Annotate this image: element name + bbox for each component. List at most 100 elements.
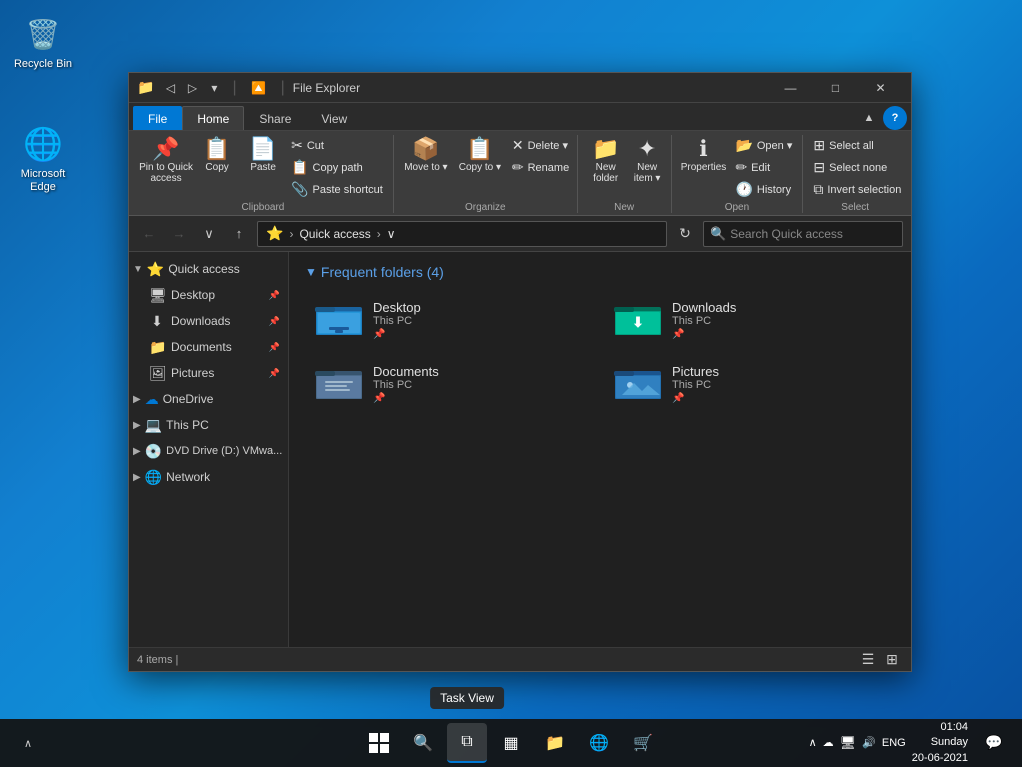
up-btn[interactable]: ↑ <box>227 222 251 246</box>
folder-grid: Desktop This PC 📌 <box>305 292 895 412</box>
recycle-bin-icon[interactable]: 🗑️ Recycle Bin <box>8 10 78 75</box>
new-label: New <box>584 202 665 213</box>
section-title: Frequent folders (4) <box>321 264 444 280</box>
cut-icon: ✂ <box>291 137 303 154</box>
search-taskbar-btn[interactable]: 🔍 <box>403 723 443 763</box>
copy-icon: 📋 <box>203 138 230 160</box>
minimize-button[interactable]: — <box>768 73 813 103</box>
move-to-btn[interactable]: 📦 Move to ▾ <box>400 135 452 176</box>
file-explorer-taskbar-btn[interactable]: 📁 <box>535 723 575 763</box>
tab-file[interactable]: File <box>133 106 182 130</box>
new-group-content: 📁 Newfolder ✦ Newitem ▾ <box>584 135 665 200</box>
folder-item-pictures[interactable]: Pictures This PC 📌 <box>604 356 895 412</box>
select-label: Select <box>809 202 901 213</box>
window-title: File Explorer <box>293 81 762 95</box>
delete-icon: ✕ <box>512 137 524 154</box>
thispc-icon: 💻 <box>145 417 162 434</box>
documents-folder-sub: This PC <box>373 379 439 391</box>
search-input[interactable] <box>730 227 896 241</box>
this-pc-header[interactable]: ▶ 💻 This PC <box>129 412 288 438</box>
network-header[interactable]: ▶ 🌐 Network <box>129 464 288 490</box>
chevron-up-btn[interactable]: ∧ <box>8 723 48 763</box>
back-btn[interactable]: ← <box>137 222 161 246</box>
edit-btn[interactable]: ✏ Edit <box>731 157 796 178</box>
folder-item-desktop[interactable]: Desktop This PC 📌 <box>305 292 596 348</box>
od-expand-arrow: ▶ <box>133 394 141 405</box>
address-path[interactable]: ⭐ › Quick access › ∨ <box>257 221 667 247</box>
widgets-btn[interactable]: ▦ <box>491 723 531 763</box>
edge-label: Microsoft Edge <box>12 168 74 194</box>
tab-home[interactable]: Home <box>182 106 244 130</box>
maximize-button[interactable]: □ <box>813 73 858 103</box>
sidebar-item-documents[interactable]: 📁 Documents 📌 <box>141 334 288 360</box>
folder-item-downloads[interactable]: ⬇ Downloads This PC 📌 <box>604 292 895 348</box>
title-up-btn[interactable]: 🔼 <box>245 78 273 98</box>
task-view-tooltip: Task View <box>430 687 504 709</box>
invert-icon: ⧉ <box>813 181 823 198</box>
notification-btn[interactable]: 💬 <box>974 723 1014 763</box>
onedrive-header[interactable]: ▶ ☁ OneDrive <box>129 386 288 412</box>
select-all-btn[interactable]: ⊞ Select all <box>809 135 905 156</box>
paste-btn[interactable]: 📄 Paste <box>241 135 285 176</box>
microsoft-edge-icon[interactable]: 🌐 Microsoft Edge <box>8 120 78 198</box>
title-recent-btn[interactable]: ▾ <box>204 78 224 98</box>
properties-icon: ℹ <box>699 138 707 160</box>
sidebar-item-pictures[interactable]: 🖼 Pictures 📌 <box>141 360 288 386</box>
title-back-btn[interactable]: ◁ <box>160 78 180 98</box>
folder-item-documents[interactable]: Documents This PC 📌 <box>305 356 596 412</box>
desktop-folder-icon <box>315 300 363 340</box>
volume-icon[interactable]: 🔊 <box>862 736 876 749</box>
qa-expand-arrow: ▼ <box>133 264 143 275</box>
desktop-folder-pin: 📌 <box>373 329 421 340</box>
clock[interactable]: 01:04 Sunday 20-06-2021 <box>912 720 968 766</box>
cut-btn[interactable]: ✂ Cut <box>287 135 387 156</box>
refresh-btn[interactable]: ↻ <box>673 222 697 246</box>
desktop-folder-name: Desktop <box>373 300 421 315</box>
new-folder-btn[interactable]: 📁 Newfolder <box>584 135 628 187</box>
task-view-btn[interactable]: ⧉ <box>447 723 487 763</box>
edge-taskbar-btn[interactable]: 🌐 <box>579 723 619 763</box>
title-forward-btn[interactable]: ▷ <box>182 78 202 98</box>
pictures-folder-icon <box>614 364 662 404</box>
list-view-btn[interactable]: ☰ <box>857 651 879 669</box>
window-controls: — □ ✕ <box>768 73 903 103</box>
search-box[interactable]: 🔍 <box>703 221 903 247</box>
chevron-tray-icon[interactable]: ∧ <box>809 736 817 749</box>
select-none-btn[interactable]: ⊟ Select none <box>809 157 905 178</box>
invert-selection-btn[interactable]: ⧉ Invert selection <box>809 179 905 200</box>
dvd-drive-header[interactable]: ▶ 💿 DVD Drive (D:) VMwa... <box>129 438 288 464</box>
sidebar-item-downloads[interactable]: ⬇ Downloads 📌 <box>141 308 288 334</box>
delete-btn[interactable]: ✕ Delete ▾ <box>508 135 573 156</box>
tiles-view-btn[interactable]: ⊞ <box>881 651 903 669</box>
downloads-sidebar-label: Downloads <box>171 314 263 328</box>
new-item-btn[interactable]: ✦ Newitem ▾ <box>630 135 665 187</box>
paste-shortcut-btn[interactable]: 📎 Paste shortcut <box>287 179 387 200</box>
tab-view[interactable]: View <box>306 106 362 130</box>
rename-icon: ✏ <box>512 159 524 176</box>
copy-to-btn[interactable]: 📋 Copy to ▾ <box>454 135 506 176</box>
properties-btn[interactable]: ℹ Properties <box>678 135 730 176</box>
history-btn[interactable]: 🕐 History <box>731 179 796 200</box>
pictures-sidebar-icon: 🖼 <box>149 365 165 382</box>
ribbon-collapse-btn[interactable]: ▲ <box>857 106 881 130</box>
close-button[interactable]: ✕ <box>858 73 903 103</box>
open-btn[interactable]: 📂 Open ▾ <box>731 135 796 156</box>
start-btn[interactable] <box>359 723 399 763</box>
forward-btn[interactable]: → <box>167 222 191 246</box>
recent-btn[interactable]: ∨ <box>197 222 221 246</box>
store-taskbar-btn[interactable]: 🛒 <box>623 723 663 763</box>
quick-access-header[interactable]: ▼ ⭐ Quick access <box>129 256 288 282</box>
copy-path-btn[interactable]: 📋 Copy path <box>287 157 387 178</box>
task-view-container: ⧉ Task View <box>447 723 487 763</box>
address-chevron-1: › <box>289 227 293 241</box>
tab-share[interactable]: Share <box>244 106 306 130</box>
pin-to-quick-access-btn[interactable]: 📌 Pin to Quickaccess <box>139 135 193 187</box>
sidebar-item-desktop[interactable]: 🖥 Desktop 📌 <box>141 282 288 308</box>
ribbon-help-btn[interactable]: ? <box>883 106 907 130</box>
desktop: 🗑️ Recycle Bin 🌐 Microsoft Edge 📁 ◁ ▷ ▾ … <box>0 0 1022 767</box>
downloads-pin-icon: 📌 <box>269 316 280 327</box>
items-count: 4 items | <box>137 654 178 666</box>
rename-btn[interactable]: ✏ Rename <box>508 157 573 178</box>
ribbon-tabs: File Home Share View ▲ ? <box>129 103 911 131</box>
copy-btn[interactable]: 📋 Copy <box>195 135 239 176</box>
